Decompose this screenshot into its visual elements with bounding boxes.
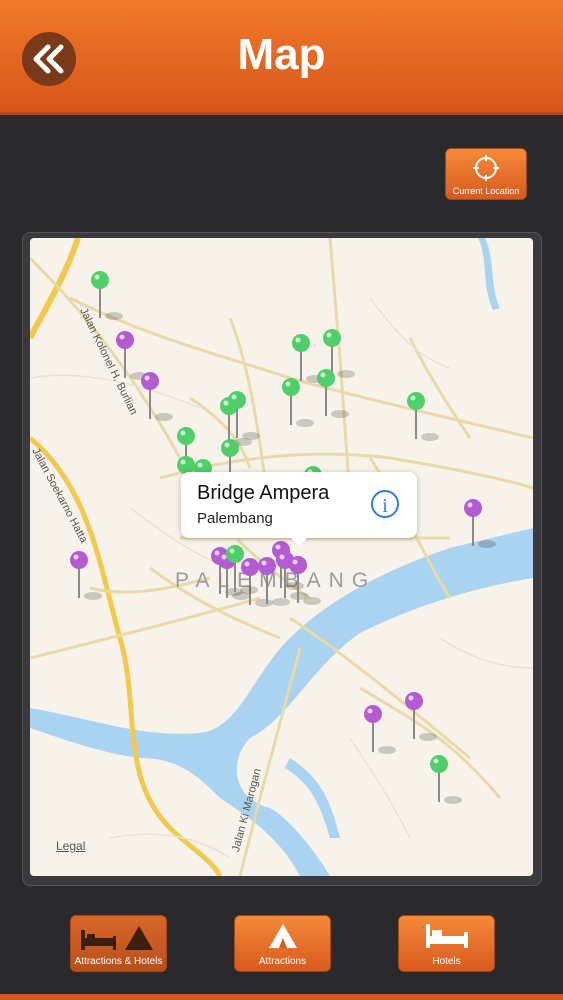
callout-subtitle: Palembang bbox=[197, 510, 273, 527]
tab-hotels[interactable]: Hotels bbox=[398, 915, 495, 972]
bed-icon bbox=[426, 924, 468, 948]
tab-attractions[interactable]: Attractions bbox=[234, 915, 331, 972]
hotel-pin[interactable] bbox=[464, 499, 496, 548]
hotel-pin[interactable] bbox=[70, 551, 102, 600]
hotel-pin[interactable] bbox=[116, 331, 148, 380]
callout-pointer bbox=[289, 536, 309, 546]
tab-attractions-hotels[interactable]: Attractions & Hotels bbox=[70, 915, 167, 972]
attraction-pin[interactable] bbox=[282, 378, 314, 427]
hotel-pin[interactable] bbox=[405, 692, 437, 741]
attraction-pin[interactable] bbox=[407, 392, 439, 441]
info-icon[interactable]: i bbox=[371, 490, 399, 518]
map-callout[interactable]: Bridge Ampera Palembang i bbox=[181, 472, 417, 546]
tab-label: Attractions & Hotels bbox=[74, 956, 163, 967]
header-bar: Map bbox=[0, 0, 563, 115]
bottom-bar bbox=[0, 994, 563, 1000]
map-pins bbox=[70, 271, 496, 804]
tab-label: Attractions bbox=[258, 956, 307, 967]
legal-link[interactable]: Legal bbox=[56, 839, 85, 853]
tent-icon bbox=[269, 924, 297, 948]
current-location-label: Current Location bbox=[452, 186, 520, 196]
attraction-pin[interactable] bbox=[228, 391, 260, 440]
attraction-pin[interactable] bbox=[430, 755, 462, 804]
map-view[interactable]: Jalan Kolonel H. Burlian Jalan Soekarno … bbox=[30, 238, 533, 876]
hotel-pin[interactable] bbox=[141, 372, 173, 421]
attraction-pin[interactable] bbox=[91, 271, 123, 320]
callout-title: Bridge Ampera bbox=[197, 482, 330, 504]
bed-and-tent-icon bbox=[81, 926, 153, 950]
hotel-pin[interactable] bbox=[364, 705, 396, 754]
page-title: Map bbox=[237, 30, 326, 79]
crosshair-icon bbox=[473, 155, 499, 181]
tab-label: Hotels bbox=[432, 956, 461, 967]
current-location-button[interactable]: Current Location bbox=[445, 148, 527, 200]
